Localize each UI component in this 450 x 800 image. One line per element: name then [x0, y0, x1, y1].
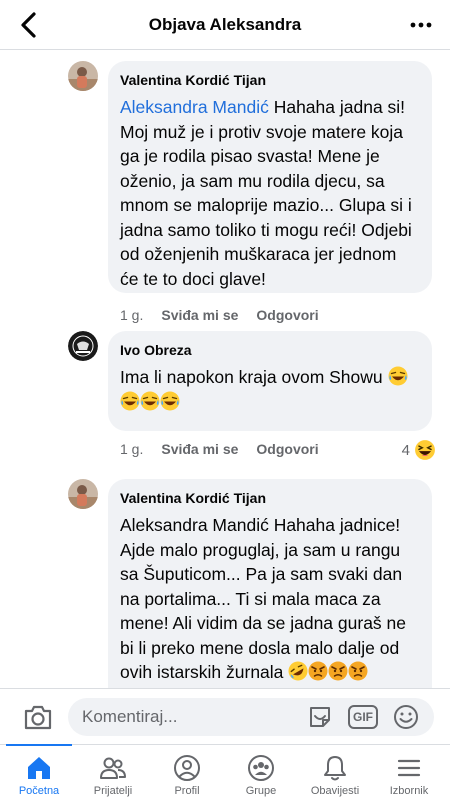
tab-groups[interactable]: Grupe [224, 745, 298, 800]
comment-author[interactable]: Ivo Obreza [120, 341, 418, 360]
laughing-tears-emoji-icon [160, 391, 180, 411]
angry-emoji-icon [328, 661, 348, 681]
laughing-tears-emoji-icon [140, 391, 160, 411]
tab-menu[interactable]: Izbornik [372, 745, 446, 800]
angry-emoji-icon [308, 661, 328, 681]
home-icon [28, 757, 50, 779]
mention-link[interactable]: Aleksandra Mandić [120, 97, 269, 117]
tab-label: Profil [174, 785, 200, 797]
more-horizontal-icon[interactable] [410, 14, 432, 36]
menu-icon [397, 759, 421, 777]
tab-friends[interactable]: Prijatelji [76, 745, 150, 800]
camera-icon[interactable] [22, 702, 54, 732]
reply-button[interactable]: Odgovori [256, 441, 318, 457]
comment-bubble[interactable]: Ivo Obreza Ima li napokon kraja ovom Sho… [108, 331, 432, 431]
comment-text: Ima li napokon kraja ovom Showu [120, 365, 418, 414]
tab-label: Izbornik [389, 785, 429, 797]
comment-bubble[interactable]: Valentina Kordić Tijan Aleksandra Mandić… [108, 479, 432, 688]
tab-label: Početna [18, 785, 60, 797]
bell-icon [324, 756, 346, 781]
reaction-summary[interactable]: 4 [402, 439, 436, 461]
like-button[interactable]: Sviđa mi se [161, 441, 238, 457]
comment-text: Aleksandra Mandić Hahaha jadna si! Moj m… [120, 97, 412, 289]
tab-home[interactable]: Početna [2, 744, 76, 800]
comment-input-container: GIF [68, 698, 434, 736]
laughing-tears-emoji-icon [388, 366, 408, 386]
profile-icon [174, 755, 200, 781]
comments-feed[interactable]: Valentina Kordić Tijan Aleksandra Mandić… [0, 51, 450, 688]
tab-label: Prijatelji [93, 785, 133, 797]
comment-bubble[interactable]: Valentina Kordić Tijan Aleksandra Mandić… [108, 61, 432, 293]
angry-emoji-icon [348, 661, 368, 681]
haha-reaction-icon [414, 439, 436, 461]
reaction-count: 4 [401, 441, 410, 459]
comment-author[interactable]: Valentina Kordić Tijan [120, 71, 418, 90]
tab-label: Obavijesti [310, 785, 360, 797]
comment-composer: GIF [0, 688, 450, 744]
sticker-icon[interactable] [306, 703, 334, 731]
avatar[interactable] [68, 331, 98, 361]
groups-icon [248, 755, 274, 781]
rolling-laughing-emoji-icon [288, 661, 308, 681]
laughing-tears-emoji-icon [120, 391, 140, 411]
friends-icon [100, 757, 126, 779]
gif-icon[interactable]: GIF [348, 705, 378, 729]
avatar[interactable] [68, 61, 98, 91]
like-button[interactable]: Sviđa mi se [161, 307, 238, 323]
comment-input[interactable] [82, 698, 292, 736]
tab-profile[interactable]: Profil [150, 745, 224, 800]
page-title: Objava Aleksandra [148, 15, 302, 34]
tab-label: Grupe [245, 785, 277, 797]
bottom-tab-bar: Početna Prijatelji Profil Grupe Obavijes… [0, 744, 450, 800]
emoji-icon[interactable] [392, 703, 420, 731]
comment-actions: 1 g. Sviđa mi se Odgovori [120, 307, 319, 323]
avatar[interactable] [68, 479, 98, 509]
comment-text: Aleksandra Mandić Hahaha jadnice! Ajde m… [120, 515, 406, 682]
top-bar: Objava Aleksandra [0, 0, 450, 50]
comment-actions: 1 g. Sviđa mi se Odgovori [120, 441, 319, 457]
comment-time[interactable]: 1 g. [120, 441, 143, 457]
tab-notifications[interactable]: Obavijesti [298, 745, 372, 800]
comment-time[interactable]: 1 g. [120, 307, 143, 323]
reply-button[interactable]: Odgovori [256, 307, 318, 323]
comment-author[interactable]: Valentina Kordić Tijan [120, 489, 418, 508]
